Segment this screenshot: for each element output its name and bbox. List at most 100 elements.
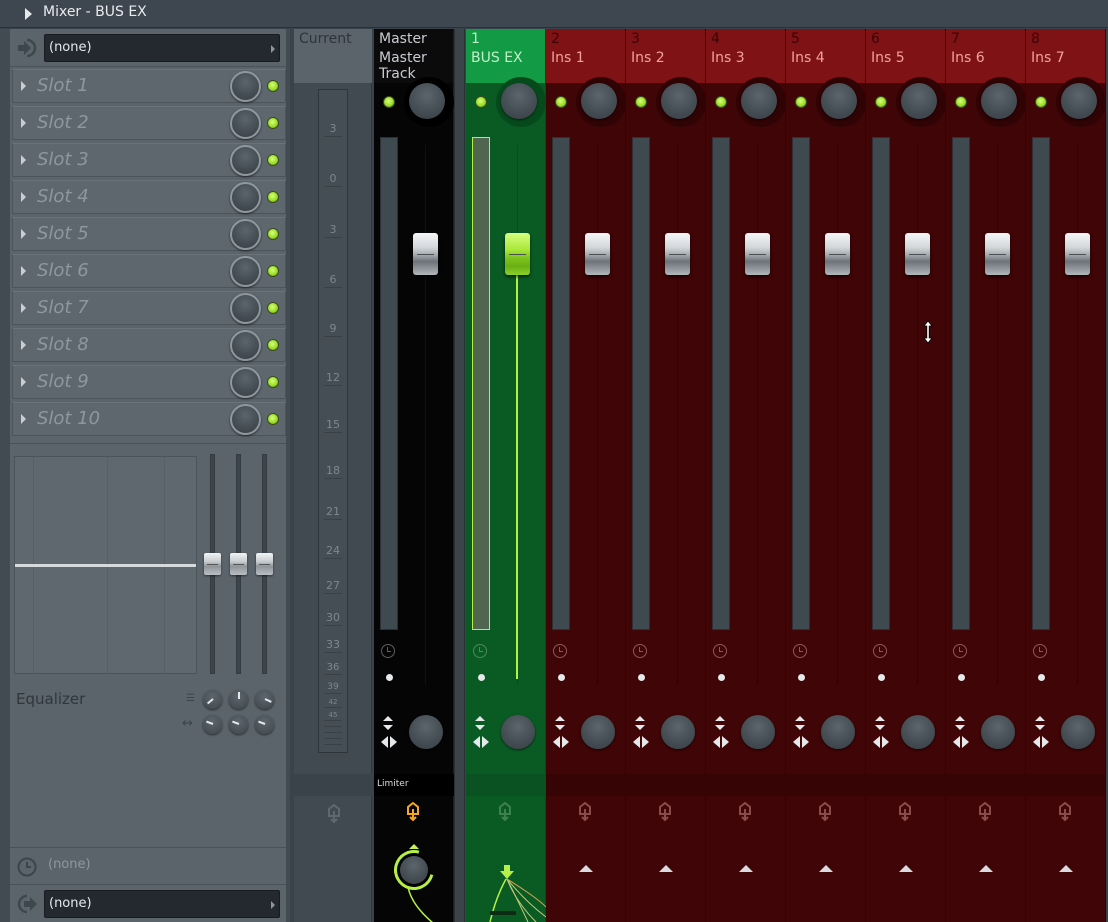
send-up-arrow-icon[interactable] (739, 865, 753, 872)
eq-band-2-bw-knob[interactable] (229, 715, 248, 734)
expand-arrow-icon[interactable] (21, 303, 26, 313)
title-bar[interactable]: Mixer - BUS EX (0, 0, 1108, 28)
expand-arrow-icon[interactable] (21, 266, 26, 276)
mixer-track-ins-7[interactable]: 8 Ins 7 (1026, 29, 1106, 922)
mixer-track-ins-4[interactable]: 5 Ins 4 (786, 29, 866, 922)
track-header[interactable]: 1 BUS EX (466, 29, 546, 83)
slot-enable-led[interactable] (267, 228, 279, 240)
swap-updown-icon[interactable] (382, 715, 394, 731)
fx-slot[interactable]: Slot 3 (12, 143, 286, 177)
clock-icon[interactable] (873, 644, 887, 658)
stereo-knob[interactable] (901, 715, 935, 749)
expand-arrow-icon[interactable] (21, 229, 26, 239)
stereo-separation-icon[interactable] (552, 735, 570, 749)
stereo-separation-icon[interactable] (952, 735, 970, 749)
send-up-arrow-icon[interactable] (659, 865, 673, 872)
clock-icon[interactable] (1033, 644, 1047, 658)
volume-fader[interactable] (1065, 233, 1090, 275)
mixer-track-ins-6[interactable]: 7 Ins 6 (946, 29, 1026, 922)
clock-icon[interactable] (953, 644, 967, 658)
record-arm-dot[interactable] (1038, 674, 1045, 681)
slot-mix-knob[interactable] (230, 404, 261, 435)
pan-knob[interactable] (741, 83, 777, 119)
record-arm-dot[interactable] (478, 674, 485, 681)
strip-divider[interactable] (454, 29, 465, 922)
stereo-separation-icon[interactable] (1032, 735, 1050, 749)
pan-knob[interactable] (661, 83, 697, 119)
volume-track[interactable] (1077, 145, 1078, 685)
eq-band-2-slider[interactable] (230, 553, 247, 575)
eq-band-3-slider[interactable] (256, 553, 273, 575)
volume-track[interactable] (837, 145, 838, 685)
stereo-separation-icon[interactable] (472, 735, 490, 749)
mixer-track-ins-1[interactable]: 2 Ins 1 (546, 29, 626, 922)
slot-mix-knob[interactable] (230, 367, 261, 398)
pan-knob[interactable] (981, 83, 1017, 119)
volume-track[interactable] (757, 145, 758, 685)
record-arm-dot[interactable] (798, 674, 805, 681)
fx-slot[interactable]: Slot 2 (12, 106, 286, 140)
eq-band-1-freq-knob[interactable] (203, 690, 222, 709)
route-icon[interactable] (738, 802, 752, 822)
slot-mix-knob[interactable] (230, 108, 261, 139)
send-up-arrow-icon[interactable] (579, 865, 593, 872)
stereo-knob[interactable] (581, 715, 615, 749)
slot-mix-knob[interactable] (230, 145, 261, 176)
fx-slot[interactable]: Slot 6 (12, 254, 286, 288)
swap-updown-icon[interactable] (794, 715, 806, 731)
slot-enable-led[interactable] (267, 117, 279, 129)
expand-arrow-icon[interactable] (21, 414, 26, 424)
track-header[interactable]: 3 Ins 2 (626, 29, 706, 83)
clock-icon[interactable] (633, 644, 647, 658)
slot-mix-knob[interactable] (230, 256, 261, 287)
stereo-knob[interactable] (741, 715, 775, 749)
pan-knob[interactable] (901, 83, 937, 119)
route-icon[interactable] (658, 802, 672, 822)
fx-slot[interactable]: Slot 1 (12, 69, 286, 103)
collapse-arrow-icon[interactable] (25, 8, 32, 20)
track-header[interactable]: 6 Ins 5 (866, 29, 946, 83)
send-up-arrow-icon[interactable] (899, 865, 913, 872)
volume-fader[interactable] (585, 233, 610, 275)
stereo-knob[interactable] (501, 715, 535, 749)
stereo-knob[interactable] (661, 715, 695, 749)
volume-track[interactable] (425, 145, 426, 685)
slot-enable-led[interactable] (267, 265, 279, 277)
expand-arrow-icon[interactable] (21, 155, 26, 165)
mixer-track-ins-3[interactable]: 4 Ins 3 (706, 29, 786, 922)
volume-fader[interactable] (505, 233, 530, 275)
pan-knob[interactable] (821, 83, 857, 119)
expand-arrow-icon[interactable] (21, 377, 26, 387)
pan-knob[interactable] (501, 83, 537, 119)
fx-slot[interactable]: Slot 9 (12, 365, 286, 399)
eq-graph[interactable] (14, 456, 197, 674)
volume-fader[interactable] (745, 233, 770, 275)
track-header[interactable]: 5 Ins 4 (786, 29, 866, 83)
route-icon[interactable] (498, 802, 512, 822)
swap-updown-icon[interactable] (1034, 715, 1046, 731)
track-enable-led[interactable] (475, 96, 487, 108)
slot-mix-knob[interactable] (230, 71, 261, 102)
fx-slot[interactable]: Slot 4 (12, 180, 286, 214)
eq-band-2-freq-knob[interactable] (229, 690, 248, 709)
route-icon[interactable] (978, 802, 992, 822)
volume-fader[interactable] (665, 233, 690, 275)
slot-mix-knob[interactable] (230, 330, 261, 361)
pan-knob[interactable] (409, 83, 445, 119)
stereo-separation-icon[interactable] (712, 735, 730, 749)
record-arm-dot[interactable] (718, 674, 725, 681)
eq-band-3-freq-knob[interactable] (255, 690, 274, 709)
slot-enable-led[interactable] (267, 302, 279, 314)
volume-fader[interactable] (825, 233, 850, 275)
slot-mix-knob[interactable] (230, 219, 261, 250)
volume-track[interactable] (997, 145, 998, 685)
send-up-arrow-icon[interactable] (819, 865, 833, 872)
track-header[interactable]: 8 Ins 7 (1026, 29, 1106, 83)
volume-track[interactable] (597, 145, 598, 685)
track-enable-led[interactable] (555, 96, 567, 108)
send-level-knob[interactable] (400, 856, 428, 884)
track-enable-led[interactable] (795, 96, 807, 108)
input-dropdown[interactable]: (none) (44, 34, 280, 62)
track-enable-led[interactable] (875, 96, 887, 108)
volume-track[interactable] (677, 145, 678, 685)
